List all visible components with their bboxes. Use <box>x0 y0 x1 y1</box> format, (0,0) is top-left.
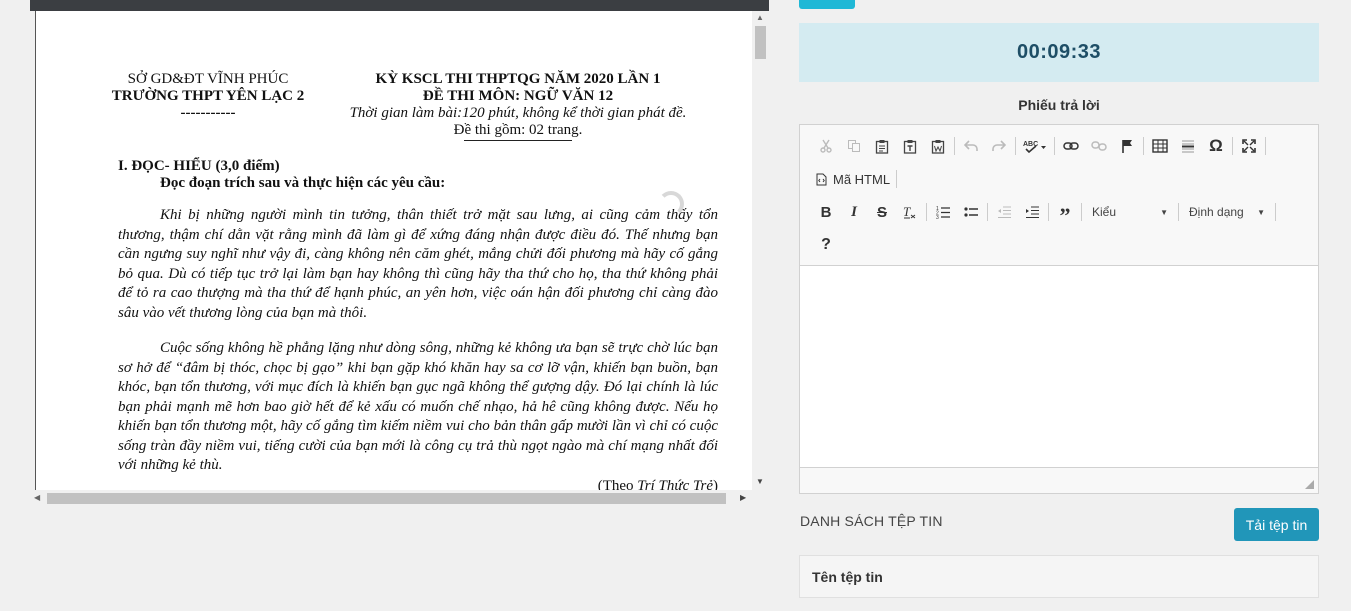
answer-editor[interactable]: ABC Ω Mã HTML B I S T 1 2 3 ” Kiểu ▼ Địn… <box>799 124 1319 494</box>
toolbar-separator <box>1275 203 1276 221</box>
svg-text:3: 3 <box>936 215 939 219</box>
file-name-column-header: Tên tệp tin <box>812 569 883 585</box>
editor-statusbar <box>800 467 1318 493</box>
toolbar-separator <box>896 170 898 188</box>
toolbar-row-4: ? <box>812 232 840 258</box>
toolbar-row-3: B I S T 123 ” Kiểu ▼ Định dạng ▼ <box>812 199 1278 228</box>
strikethrough-icon[interactable]: S <box>868 200 896 224</box>
table-icon[interactable] <box>1146 134 1174 158</box>
countdown-timer: 00:09:33 <box>799 23 1319 82</box>
cut-icon[interactable] <box>812 134 840 158</box>
document-header: SỞ GD&ĐT VĨNH PHÚC TRƯỜNG THPT YÊN LẠC 2… <box>112 71 718 143</box>
document-content: SỞ GD&ĐT VĨNH PHÚC TRƯỜNG THPT YÊN LẠC 2… <box>112 71 718 491</box>
italic-icon[interactable]: I <box>840 200 868 224</box>
viewer-toolbar <box>30 0 769 11</box>
maximize-icon[interactable] <box>1235 134 1263 158</box>
vertical-scrollbar[interactable]: ▲ ▼ <box>752 11 769 490</box>
chevron-down-icon: ▼ <box>1160 207 1168 217</box>
style-dropdown[interactable]: Kiểu ▼ <box>1084 200 1176 224</box>
toolbar-separator <box>1178 203 1179 221</box>
scroll-left-icon[interactable]: ◀ <box>34 493 40 502</box>
header-rule <box>464 140 572 141</box>
style-dropdown-label: Kiểu <box>1092 205 1117 219</box>
header-left: SỞ GD&ĐT VĨNH PHÚC TRƯỜNG THPT YÊN LẠC 2… <box>108 71 308 122</box>
editor-toolbar: ABC Ω Mã HTML B I S T 1 2 3 ” Kiểu ▼ Địn… <box>800 125 1318 266</box>
resize-handle-icon[interactable] <box>1305 480 1314 489</box>
passage-paragraph-1: Khi bị những người mình tin tưởng, thân … <box>118 207 718 321</box>
scroll-up-icon[interactable]: ▲ <box>756 13 764 22</box>
document-viewer[interactable]: SỞ GD&ĐT VĨNH PHÚC TRƯỜNG THPT YÊN LẠC 2… <box>30 0 769 508</box>
paste-icon[interactable] <box>868 134 896 158</box>
html-source-icon <box>816 173 827 185</box>
answer-sheet-label: Phiếu trả lời <box>1018 97 1100 113</box>
horizontal-line-icon[interactable] <box>1174 134 1202 158</box>
spellcheck-icon[interactable]: ABC <box>1018 134 1052 158</box>
chevron-down-icon: ▼ <box>1257 207 1265 217</box>
header-dashes: ----------- <box>180 105 236 121</box>
anchor-flag-icon[interactable] <box>1113 134 1141 158</box>
paste-word-icon[interactable] <box>924 134 952 158</box>
remove-format-icon[interactable]: T <box>896 200 924 224</box>
horizontal-scrollbar[interactable]: ◀ ▶ <box>30 490 752 507</box>
horizontal-scroll-thumb[interactable] <box>47 493 726 504</box>
toolbar-separator <box>1081 203 1082 221</box>
paste-text-icon[interactable] <box>896 134 924 158</box>
bulleted-list-icon[interactable] <box>957 200 985 224</box>
toolbar-separator <box>1265 137 1266 155</box>
help-icon[interactable]: ? <box>812 233 840 257</box>
toolbar-separator <box>1048 203 1049 221</box>
source-name: Trí Thức Trẻ <box>637 477 713 491</box>
exam-subject: ĐỀ THI MÔN: NGỮ VĂN 12 <box>422 88 614 104</box>
passage-source: (Theo Trí Thức Trẻ) <box>118 478 718 491</box>
source-suffix: ) <box>713 477 718 491</box>
toolbar-row-1: ABC Ω <box>812 133 1268 159</box>
file-list-label: DANH SÁCH TỆP TIN <box>800 513 943 529</box>
source-label: Mã HTML <box>833 171 891 187</box>
toolbar-separator <box>954 137 955 155</box>
special-char-icon[interactable]: Ω <box>1202 134 1230 158</box>
toolbar-separator <box>1054 137 1055 155</box>
passage-paragraph-2: Cuộc sống không hề phẳng lặng như dòng s… <box>118 340 718 473</box>
toolbar-separator <box>926 203 927 221</box>
exam-duration: Thời gian làm bài:120 phút, không kể thờ… <box>349 105 687 121</box>
vertical-scroll-thumb[interactable] <box>755 26 766 59</box>
source-button[interactable]: Mã HTML <box>812 167 894 191</box>
copy-icon[interactable] <box>840 134 868 158</box>
numbered-list-icon[interactable]: 123 <box>929 200 957 224</box>
bold-icon[interactable]: B <box>812 200 840 224</box>
document-page: SỞ GD&ĐT VĨNH PHÚC TRƯỜNG THPT YÊN LẠC 2… <box>35 11 752 490</box>
header-right: KỲ KSCL THI THPTQG NĂM 2020 LẦN 1 ĐỀ THI… <box>318 71 718 141</box>
toolbar-separator <box>1232 137 1233 155</box>
svg-text:T: T <box>903 205 911 219</box>
unlink-icon[interactable] <box>1085 134 1113 158</box>
exam-pages: Đề thi gồm: 02 trang. <box>453 122 583 138</box>
section-title: I. ĐỌC- HIỂU (3,0 điểm) <box>118 158 280 174</box>
exam-title: KỲ KSCL THI THPTQG NĂM 2020 LẦN 1 <box>375 71 661 87</box>
file-table: Tên tệp tin <box>799 555 1319 598</box>
format-dropdown[interactable]: Định dạng ▼ <box>1181 200 1273 224</box>
undo-icon[interactable] <box>957 134 985 158</box>
loading-spinner-icon <box>658 191 684 217</box>
section-instruction: Đọc đoạn trích sau và thực hiện các yêu … <box>160 175 446 191</box>
source-prefix: (Theo <box>597 477 638 491</box>
upload-file-button[interactable]: Tải tệp tin <box>1234 508 1319 541</box>
school-name: TRƯỜNG THPT YÊN LẠC 2 <box>111 88 305 104</box>
department-name: SỞ GD&ĐT VĨNH PHÚC <box>127 71 289 87</box>
indent-icon[interactable] <box>1018 200 1046 224</box>
toolbar-separator <box>1143 137 1144 155</box>
scroll-right-icon[interactable]: ▶ <box>740 493 746 502</box>
toolbar-row-2: Mã HTML <box>812 166 899 192</box>
top-action-button[interactable] <box>799 0 855 9</box>
blockquote-icon[interactable]: ” <box>1051 200 1079 228</box>
editor-content-area[interactable] <box>800 266 1318 466</box>
toolbar-separator <box>1015 137 1016 155</box>
outdent-icon[interactable] <box>990 200 1018 224</box>
toolbar-separator <box>987 203 988 221</box>
format-dropdown-label: Định dạng <box>1189 205 1244 219</box>
link-icon[interactable] <box>1057 134 1085 158</box>
scroll-down-icon[interactable]: ▼ <box>756 477 764 486</box>
redo-icon[interactable] <box>985 134 1013 158</box>
